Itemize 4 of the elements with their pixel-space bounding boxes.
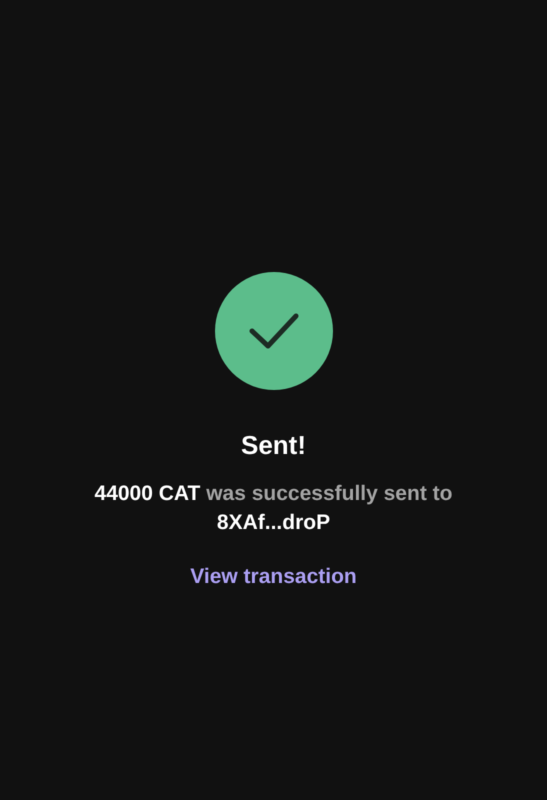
confirmation-message: 44000 CAT was successfully sent to 8XAf...droP [94, 481, 454, 536]
view-transaction-link[interactable]: View transaction [190, 561, 357, 592]
status-title: Sent! [241, 429, 306, 462]
checkmark-icon [248, 313, 298, 349]
